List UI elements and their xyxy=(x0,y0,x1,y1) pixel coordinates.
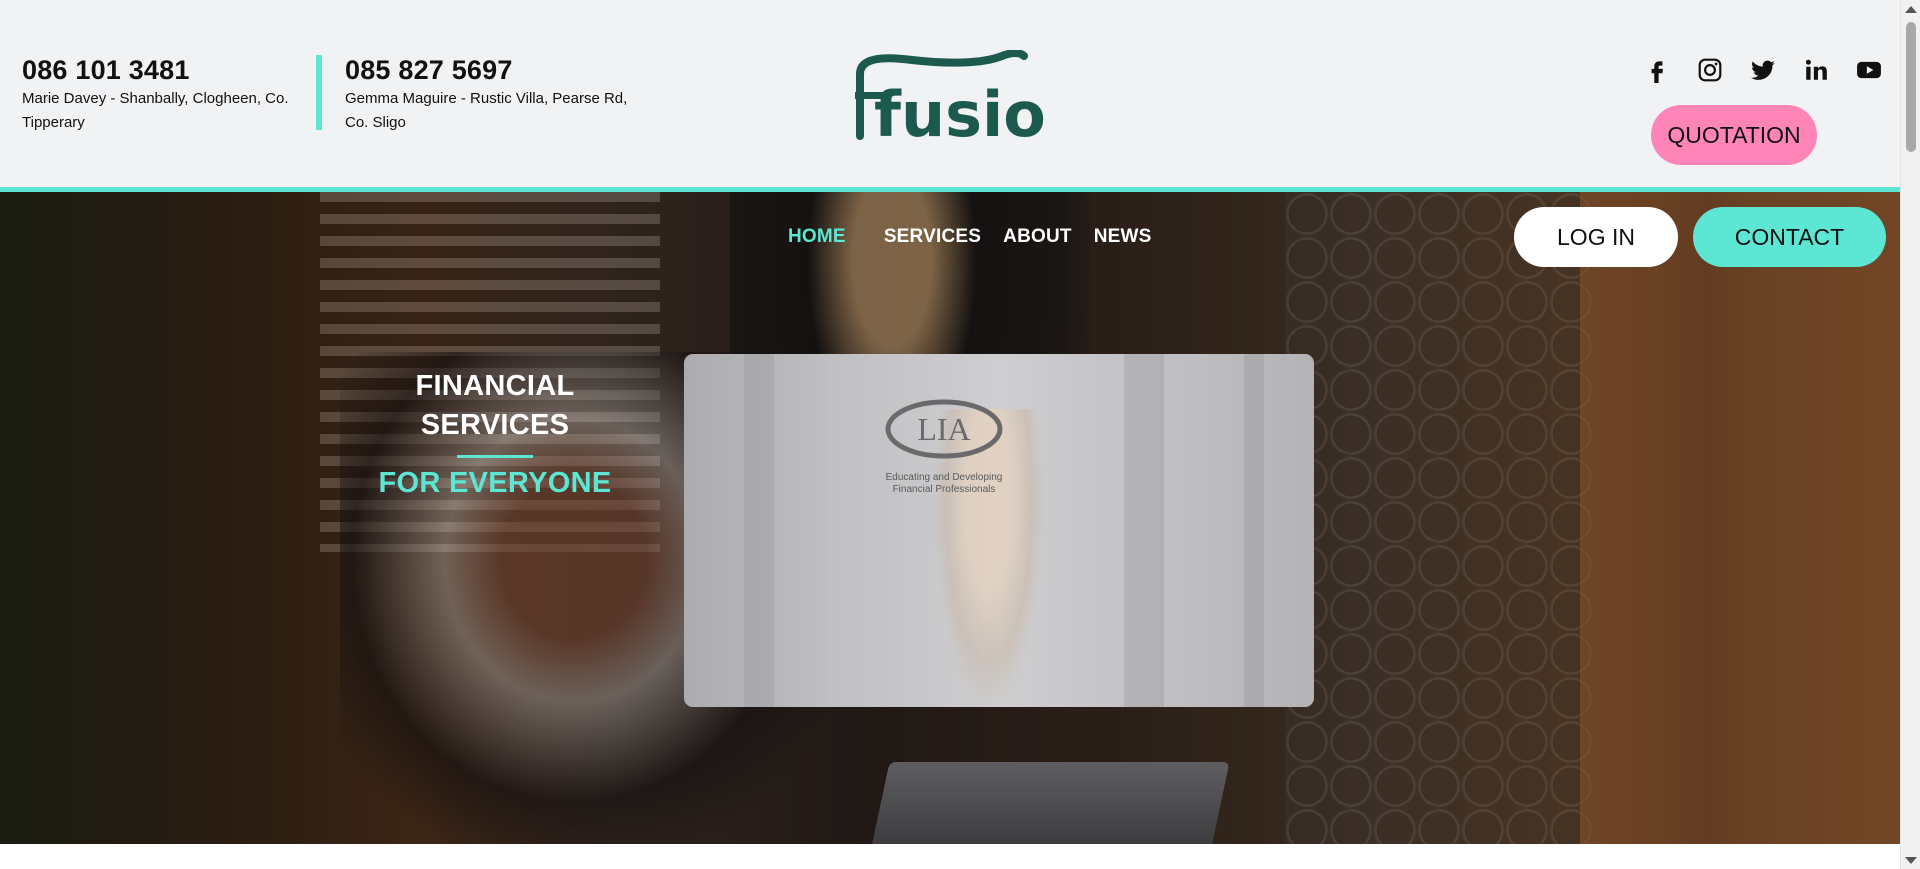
social-links xyxy=(1640,56,1885,84)
tagline-line-3: FOR EVERYONE xyxy=(378,467,612,499)
twitter-icon[interactable] xyxy=(1746,56,1779,84)
card-bg-pillar xyxy=(744,354,774,707)
facebook-icon[interactable] xyxy=(1640,56,1673,84)
tagline-divider xyxy=(457,455,533,458)
hero-laptop xyxy=(870,762,1230,844)
nav-services[interactable]: SERVICES xyxy=(884,226,981,248)
scroll-up-icon[interactable] xyxy=(1905,6,1917,13)
contact-button[interactable]: CONTACT xyxy=(1693,207,1886,267)
tagline-line-1: FINANCIAL xyxy=(415,370,575,402)
nav-home[interactable]: HOME xyxy=(788,226,846,248)
login-button[interactable]: LOG IN xyxy=(1514,207,1678,267)
nav-about[interactable]: ABOUT xyxy=(1003,226,1072,248)
scroll-down-icon[interactable] xyxy=(1905,857,1917,864)
phone-number[interactable]: 086 101 3481 xyxy=(22,54,297,86)
contact-divider xyxy=(316,55,322,130)
fusion-logo[interactable]: fusion xyxy=(852,50,1046,140)
logo-wordmark: fusion xyxy=(874,78,1046,140)
lia-subtitle: Educating and Developing Financial Profe… xyxy=(874,472,1014,496)
youtube-icon[interactable] xyxy=(1852,56,1885,84)
contact-address: Marie Davey - Shanbally, Clogheen, Co. T… xyxy=(22,90,289,131)
instagram-icon[interactable] xyxy=(1693,56,1726,84)
contact-address: Gemma Maguire - Rustic Villa, Pearse Rd,… xyxy=(345,90,628,131)
card-bg-pillar xyxy=(1244,354,1264,707)
card-bg-pillar xyxy=(1124,354,1164,707)
hero-background-lattice xyxy=(1285,192,1595,844)
quotation-button[interactable]: QUOTATION xyxy=(1651,105,1817,165)
contact-marie: 086 101 3481 Marie Davey - Shanbally, Cl… xyxy=(22,54,297,135)
phone-number[interactable]: 085 827 5697 xyxy=(345,54,645,86)
page-scrollbar[interactable] xyxy=(1900,0,1920,869)
site-header: 086 101 3481 Marie Davey - Shanbally, Cl… xyxy=(0,0,1900,187)
lia-logo-text: LIA xyxy=(917,411,970,447)
lia-subtitle-line-1: Educating and Developing xyxy=(885,472,1003,483)
hero-tagline: FINANCIAL SERVICES FOR EVERYONE xyxy=(370,367,620,500)
linkedin-icon[interactable] xyxy=(1799,56,1832,84)
tagline-line-2: SERVICES xyxy=(420,409,570,441)
hero-background-wood xyxy=(1580,192,1900,844)
hero-section: HOME SERVICES ABOUT NEWS LOG IN CONTACT … xyxy=(0,192,1900,844)
scrollbar-thumb[interactable] xyxy=(1906,22,1916,152)
contact-gemma: 085 827 5697 Gemma Maguire - Rustic Vill… xyxy=(345,54,645,135)
lia-video-card[interactable]: LIA Educating and Developing Financial P… xyxy=(684,354,1314,707)
main-nav: HOME SERVICES ABOUT NEWS xyxy=(788,226,1174,248)
lia-logo: LIA xyxy=(885,399,1003,459)
lia-subtitle-line-2: Financial Professionals xyxy=(892,484,996,495)
nav-news[interactable]: NEWS xyxy=(1094,226,1152,248)
